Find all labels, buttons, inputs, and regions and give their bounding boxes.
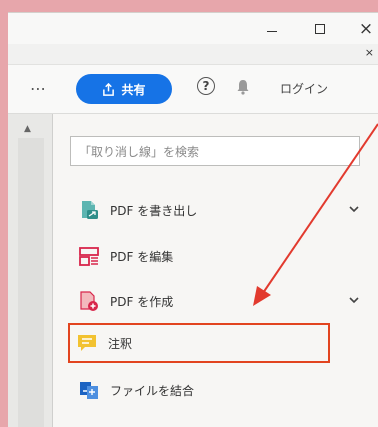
close-icon: × (358, 19, 374, 39)
title-bar: × (8, 12, 378, 45)
chevron-down-icon[interactable] (348, 294, 360, 306)
share-icon (103, 82, 115, 96)
tool-label: PDF を書き出し (110, 203, 198, 218)
tool-label: ファイルを結合 (110, 383, 195, 398)
tool-edit-pdf[interactable]: PDF を編集 (70, 238, 360, 274)
share-button[interactable]: 共有 (76, 74, 172, 104)
search-placeholder: 「取り消し線」を検索 (79, 144, 200, 159)
bell-icon[interactable] (234, 78, 252, 96)
minimize-icon (267, 30, 277, 32)
minimize-button[interactable] (252, 13, 292, 45)
maximize-icon (315, 24, 325, 34)
maximize-button[interactable] (300, 13, 340, 45)
scroll-up-icon[interactable]: ▲ (24, 124, 31, 134)
chevron-down-icon[interactable] (348, 203, 360, 215)
help-button[interactable]: ? (197, 77, 215, 95)
tool-search-input[interactable]: 「取り消し線」を検索 (70, 136, 360, 166)
share-label: 共有 (121, 82, 146, 97)
more-options-button[interactable]: ⋯ (30, 79, 46, 98)
close-window-button[interactable]: × (346, 13, 378, 45)
export-pdf-icon (82, 201, 98, 219)
create-pdf-icon (80, 291, 98, 311)
tab-close-button[interactable]: × (365, 46, 374, 59)
tool-label: PDF を作成 (110, 294, 174, 309)
help-icon: ? (202, 79, 210, 93)
tool-comment[interactable]: 注釈 (68, 323, 330, 363)
top-toolbar: ⋯ 共有 ? ログイン (8, 65, 378, 114)
tools-panel: 「取り消し線」を検索 PDF を書き出し PDF を編集 PDF を作成 注釈 … (53, 114, 378, 427)
tool-label: PDF を編集 (110, 249, 174, 264)
left-scroll-strip: ▲ (8, 114, 53, 427)
tab-strip: × (8, 44, 378, 65)
scrollbar-track[interactable] (18, 138, 44, 427)
tool-combine-files[interactable]: ファイルを結合 (70, 372, 360, 408)
edit-pdf-icon (79, 247, 99, 266)
tool-label: 注釈 (108, 336, 133, 351)
tool-export-pdf[interactable]: PDF を書き出し (70, 192, 360, 228)
tool-create-pdf[interactable]: PDF を作成 (70, 283, 360, 319)
login-button[interactable]: ログイン (280, 80, 328, 97)
combine-files-icon (80, 382, 98, 399)
comment-icon (78, 335, 96, 351)
app-window: × × ⋯ 共有 ? ログイン ▲ 「取り消し線」を検索 PDF を書き出し P… (0, 0, 378, 427)
